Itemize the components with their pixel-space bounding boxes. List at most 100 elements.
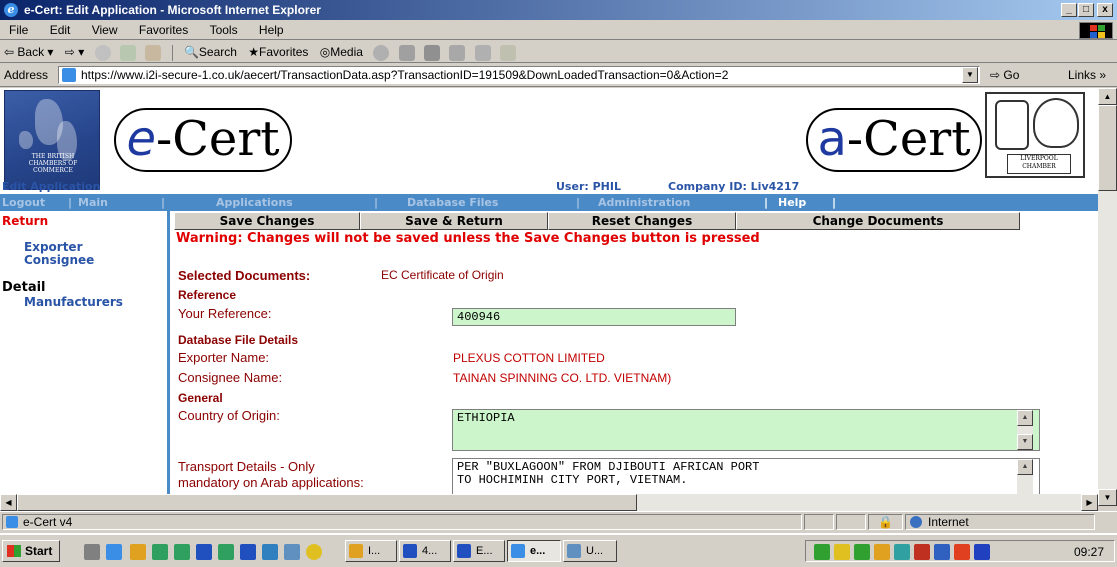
history-icon[interactable] bbox=[373, 44, 390, 61]
menu-edit[interactable]: Edit bbox=[41, 20, 80, 40]
start-button[interactable]: Start bbox=[2, 540, 60, 562]
page-content: THE BRITISH CHAMBERS OF COMMERCE e-Cert … bbox=[0, 88, 1098, 494]
taskbar-button[interactable]: I... bbox=[345, 540, 397, 562]
nav-applications[interactable]: Applications bbox=[216, 194, 293, 211]
taskbar-button[interactable]: 4... bbox=[399, 540, 451, 562]
exporter-name-value: PLEXUS COTTON LIMITED bbox=[453, 351, 605, 365]
tray-icon[interactable] bbox=[914, 544, 930, 560]
browser-window: e e-Cert: Edit Application - Microsoft I… bbox=[0, 0, 1117, 567]
scroll-up-icon[interactable]: ▲ bbox=[1098, 88, 1117, 105]
change-documents-button[interactable]: Change Documents bbox=[736, 212, 1020, 230]
horizontal-scrollbar[interactable]: ◀ ▶ bbox=[0, 494, 1098, 511]
refresh-icon[interactable] bbox=[119, 44, 136, 61]
favorites-button[interactable]: ★Favorites bbox=[244, 41, 312, 63]
links-button[interactable]: Links » bbox=[1068, 63, 1106, 87]
excel-icon[interactable] bbox=[174, 544, 190, 560]
discuss-icon[interactable] bbox=[474, 44, 491, 61]
sidebar-return[interactable]: Return bbox=[2, 214, 48, 228]
excel-icon[interactable] bbox=[152, 544, 168, 560]
save-return-button[interactable]: Save & Return bbox=[360, 212, 548, 230]
nav-help[interactable]: Help bbox=[778, 194, 806, 211]
outlook-icon[interactable] bbox=[130, 544, 146, 560]
media-icon: ◎ bbox=[319, 45, 331, 59]
tray-icon[interactable] bbox=[814, 544, 830, 560]
word-icon[interactable] bbox=[240, 544, 256, 560]
nav-logout[interactable]: Logout bbox=[2, 194, 45, 211]
search-button[interactable]: 🔍Search bbox=[180, 41, 241, 63]
tray-icon[interactable] bbox=[854, 544, 870, 560]
vertical-scrollbar[interactable]: ▲ ▼ bbox=[1098, 88, 1117, 506]
mail-icon[interactable] bbox=[398, 44, 415, 61]
ecert-logo: e-Cert bbox=[114, 108, 292, 172]
nav-main[interactable]: Main bbox=[78, 194, 108, 211]
back-button[interactable]: ⇦ Back ▾ bbox=[0, 41, 57, 63]
save-changes-button[interactable]: Save Changes bbox=[174, 212, 360, 230]
menu-file[interactable]: File bbox=[0, 20, 37, 40]
desktop-icon[interactable] bbox=[84, 544, 100, 560]
sidebar-manufacturers[interactable]: Manufacturers bbox=[24, 295, 123, 309]
maximize-button[interactable]: □ bbox=[1078, 3, 1094, 17]
scroll-left-icon[interactable]: ◀ bbox=[0, 494, 17, 511]
scroll-up-icon[interactable]: ▲ bbox=[1017, 459, 1033, 475]
tray-icon[interactable] bbox=[874, 544, 890, 560]
messenger-icon[interactable] bbox=[499, 44, 516, 61]
page-title: Edit Application bbox=[2, 180, 101, 193]
menu-favorites[interactable]: Favorites bbox=[130, 20, 197, 40]
reset-changes-button[interactable]: Reset Changes bbox=[548, 212, 736, 230]
stop-icon[interactable] bbox=[94, 44, 111, 61]
word-icon[interactable] bbox=[196, 544, 212, 560]
media-button[interactable]: ◎Media bbox=[316, 41, 367, 63]
forward-button[interactable]: ⇨ ▾ bbox=[61, 41, 88, 63]
app-icon[interactable] bbox=[262, 544, 278, 560]
nav-sep: | bbox=[832, 196, 837, 209]
taskbar-button[interactable]: U... bbox=[563, 540, 617, 562]
country-of-origin-textarea[interactable]: ETHIOPIA bbox=[452, 409, 1040, 451]
edit-icon[interactable] bbox=[449, 44, 466, 61]
sidebar-exporter[interactable]: Exporter bbox=[24, 240, 82, 254]
scroll-thumb[interactable] bbox=[17, 494, 637, 511]
app-icon[interactable] bbox=[284, 544, 300, 560]
tray-icon[interactable] bbox=[954, 544, 970, 560]
transport-details-textarea[interactable]: PER "BUXLAGOON" FROM DJIBOUTI AFRICAN PO… bbox=[452, 458, 1040, 494]
excel-icon[interactable] bbox=[218, 544, 234, 560]
home-icon[interactable] bbox=[145, 44, 162, 61]
scroll-up-icon[interactable]: ▲ bbox=[1017, 410, 1033, 426]
nav-administration[interactable]: Administration bbox=[598, 194, 690, 211]
menu-help[interactable]: Help bbox=[250, 20, 293, 40]
page-icon bbox=[6, 516, 18, 528]
tray-icon[interactable] bbox=[934, 544, 950, 560]
address-input[interactable]: https://www.i2i-secure-1.co.uk/aecert/Tr… bbox=[58, 66, 980, 84]
menu-view[interactable]: View bbox=[83, 20, 127, 40]
scroll-thumb[interactable] bbox=[1098, 105, 1117, 191]
sidebar-consignee[interactable]: Consignee bbox=[24, 253, 94, 267]
nav-database-files[interactable]: Database Files bbox=[407, 194, 498, 211]
close-button[interactable]: x bbox=[1097, 3, 1113, 17]
tray-icon[interactable] bbox=[894, 544, 910, 560]
tray-icon[interactable] bbox=[834, 544, 850, 560]
menu-tools[interactable]: Tools bbox=[201, 20, 247, 40]
ie-icon[interactable] bbox=[106, 544, 122, 560]
go-button[interactable]: ⇨ Go bbox=[990, 63, 1019, 87]
nav-sep: | bbox=[576, 196, 581, 209]
app-icon bbox=[567, 544, 581, 558]
address-bar: Address https://www.i2i-secure-1.co.uk/a… bbox=[0, 63, 1117, 87]
scroll-down-icon[interactable]: ▼ bbox=[1098, 489, 1117, 506]
taskbar-button[interactable]: E... bbox=[453, 540, 505, 562]
scroll-right-icon[interactable]: ▶ bbox=[1081, 494, 1098, 511]
country-textarea-scrollbar[interactable]: ▲ ▼ bbox=[1017, 410, 1033, 450]
clock: 09:27 bbox=[1073, 545, 1104, 559]
ecert-prefix: e bbox=[126, 111, 156, 167]
tray-icon[interactable] bbox=[974, 544, 990, 560]
your-reference-input[interactable]: 400946 bbox=[452, 308, 736, 326]
transport-textarea-scrollbar[interactable]: ▲ bbox=[1017, 459, 1033, 494]
taskbar-button-active[interactable]: e... bbox=[507, 540, 561, 562]
print-icon[interactable] bbox=[423, 44, 440, 61]
minimize-button[interactable]: _ bbox=[1061, 3, 1077, 17]
sidebar: Return Exporter Consignee Detail Manufac… bbox=[0, 211, 170, 494]
app-icon[interactable] bbox=[306, 544, 322, 560]
task-label: e... bbox=[530, 545, 546, 557]
scroll-down-icon[interactable]: ▼ bbox=[1017, 434, 1033, 450]
toolbar-separator bbox=[171, 44, 173, 61]
address-dropdown-icon[interactable]: ▼ bbox=[962, 67, 978, 83]
task-label: U... bbox=[586, 545, 604, 557]
